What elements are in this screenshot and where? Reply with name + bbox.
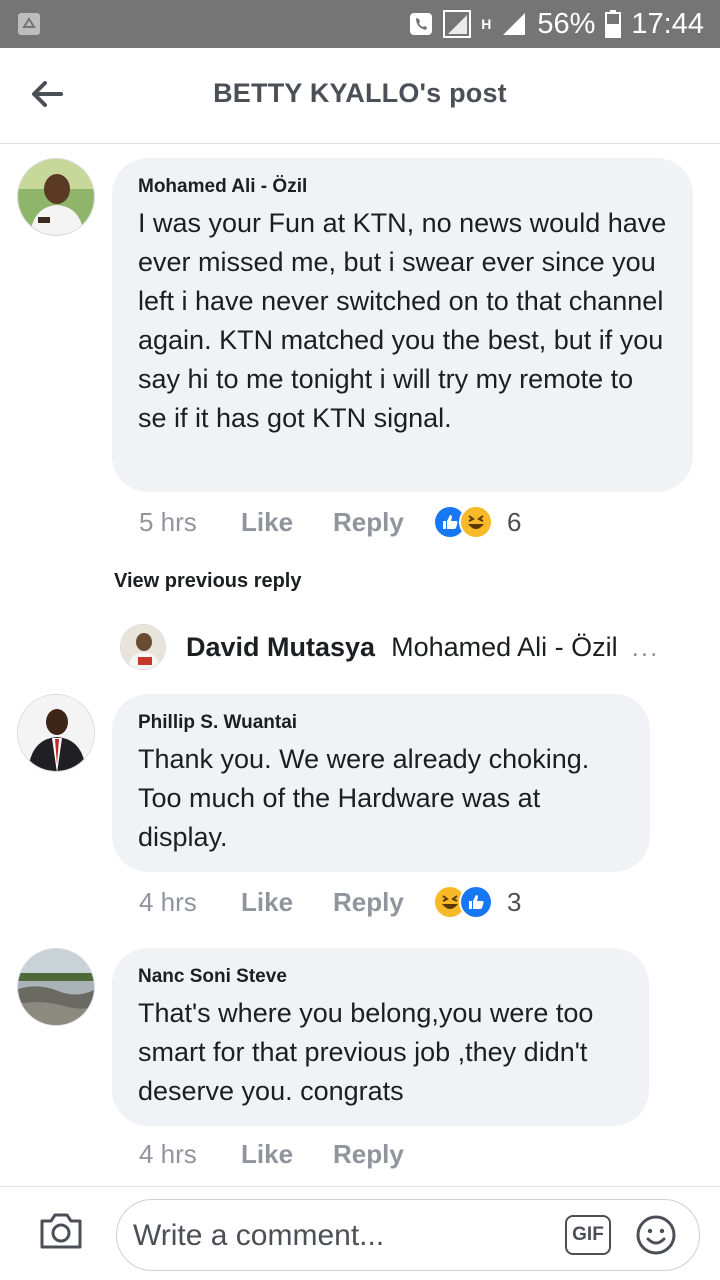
comment-input[interactable]	[131, 1214, 551, 1258]
signal-icon-1	[443, 10, 472, 38]
comment-text: That's where you belong,you were too sma…	[138, 998, 594, 1106]
reply-preview[interactable]: David Mutasya Mohamed Ali - Özil ...	[120, 622, 680, 672]
reply-button[interactable]: Reply	[333, 1139, 429, 1170]
like-button[interactable]: Like	[241, 887, 333, 918]
reaction-count: 3	[507, 886, 522, 917]
comment-composer: GIF	[0, 1186, 720, 1280]
comment-actions: 4 hrs Like Reply	[139, 1139, 429, 1170]
avatar[interactable]	[17, 158, 95, 236]
reply-snippet: Mohamed Ali - Özil	[391, 631, 618, 662]
comment-actions: 5 hrs Like Reply 6	[139, 505, 521, 539]
comment-time[interactable]: 4 hrs	[139, 1139, 241, 1170]
recycle-notification-icon	[16, 11, 42, 37]
comment-bubble: Phillip S. Wuantai Thank you. We were al…	[112, 694, 650, 872]
view-previous-reply-link[interactable]: View previous reply	[114, 570, 302, 593]
avatar	[120, 624, 166, 670]
comment-bubble: Mohamed Ali - Özil I was your Fun at KTN…	[112, 158, 693, 492]
smiley-icon	[636, 1215, 676, 1255]
reply-author: David Mutasya	[186, 631, 376, 662]
like-reaction-icon	[459, 885, 493, 919]
battery-percent: 56%	[537, 7, 596, 40]
like-button[interactable]: Like	[241, 507, 333, 538]
signal-icon-2	[501, 11, 527, 37]
page-title: BETTY KYALLO's post	[213, 78, 507, 108]
like-button[interactable]: Like	[241, 1139, 333, 1170]
status-bar: H 56% 17:44	[0, 0, 720, 48]
comment-author[interactable]: Nanc Soni Steve	[138, 966, 623, 988]
camera-button[interactable]	[38, 1211, 84, 1255]
comment-time[interactable]: 4 hrs	[139, 887, 241, 918]
haha-reaction-icon	[459, 505, 493, 539]
network-type-icon: H	[481, 16, 492, 32]
reply-button[interactable]: Reply	[333, 507, 429, 538]
comment-author[interactable]: Mohamed Ali - Özil	[138, 176, 667, 198]
comment-bubble: Nanc Soni Steve That's where you belong,…	[112, 948, 649, 1126]
comment-time[interactable]: 5 hrs	[139, 507, 241, 538]
emoji-button[interactable]	[635, 1214, 677, 1256]
avatar[interactable]	[17, 694, 95, 772]
gif-button[interactable]: GIF	[565, 1215, 611, 1255]
reply-button[interactable]: Reply	[333, 887, 429, 918]
reactions[interactable]: 6	[433, 505, 521, 539]
clock: 17:44	[631, 7, 704, 40]
phone-icon	[409, 12, 433, 36]
comment-input-wrapper: GIF	[116, 1199, 700, 1271]
reaction-count: 6	[507, 506, 522, 537]
comment-actions: 4 hrs Like Reply 3	[139, 885, 521, 919]
reply-more: ...	[631, 631, 660, 662]
comment-author[interactable]: Phillip S. Wuantai	[138, 712, 624, 734]
comment-text: Thank you. We were already choking. Too …	[138, 744, 590, 852]
avatar[interactable]	[17, 948, 95, 1026]
reactions[interactable]: 3	[433, 885, 521, 919]
post-header: BETTY KYALLO's post	[0, 48, 720, 144]
comment-text: I was your Fun at KTN, no news would hav…	[138, 208, 667, 433]
battery-icon	[605, 10, 622, 38]
camera-icon	[40, 1213, 82, 1249]
